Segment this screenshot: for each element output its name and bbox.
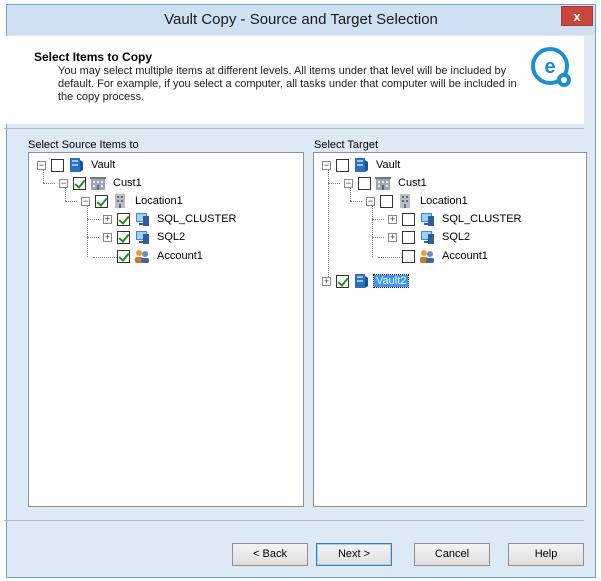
customer-icon [375,177,391,190]
tree-node-account1[interactable]: Account1 [402,248,490,264]
header-description: You may select multiple items at differe… [58,65,517,103]
tree-line [378,257,404,258]
computer-icon [421,231,434,244]
help-button[interactable]: Help [508,543,584,566]
tree-line [372,205,373,257]
header-title: Select Items to Copy [34,50,153,64]
tree-node-sql-cluster[interactable]: + SQL_CLUSTER [388,211,523,227]
tree-line [372,219,384,220]
tree-node-label: Location1 [135,195,183,207]
collapse-icon[interactable]: − [344,178,353,188]
tree-line [350,201,362,202]
location-icon [115,194,125,208]
checkbox[interactable] [73,176,86,190]
tree-node-account1[interactable]: Account1 [117,248,205,264]
vault-icon [355,158,368,172]
checkbox[interactable] [336,274,349,288]
close-button[interactable]: x [561,6,593,26]
computer-icon [136,231,149,244]
collapse-icon[interactable]: − [81,196,90,206]
tree-node-label: Cust1 [113,177,142,189]
expand-icon[interactable]: + [388,214,397,224]
tree-node-location1[interactable]: − Location1 [81,193,185,209]
collapse-icon[interactable]: − [59,178,68,188]
wizard-header: Select Items to Copy You may select mult… [4,36,584,124]
computer-icon [421,213,434,226]
checkbox[interactable] [117,212,130,226]
tree-node-label: Vault2 [372,274,410,288]
tree-node-vault2[interactable]: + Vault2 [322,273,410,289]
source-label: Select Source Items to [28,139,139,151]
checkbox[interactable] [402,230,415,244]
tree-node-label: Account1 [442,250,488,262]
expand-icon[interactable]: + [103,214,112,224]
footer-separator [4,520,584,521]
collapse-icon[interactable]: − [322,160,331,170]
tree-line [43,183,55,184]
expand-icon[interactable]: + [322,276,331,286]
vault-icon [355,274,368,288]
title-bar[interactable]: Vault Copy - Source and Target Selection… [7,5,595,35]
tree-node-sql2[interactable]: + SQL2 [103,229,187,245]
source-tree[interactable]: − Vault − Cust1 − Location1 + SQL_CLUSTE… [28,152,304,507]
expand-icon[interactable]: + [388,232,397,242]
tree-line [87,205,88,257]
tree-node-label: Cust1 [398,177,427,189]
collapse-icon[interactable]: − [37,160,46,170]
checkbox[interactable] [117,230,130,244]
checkbox[interactable] [336,158,349,172]
account-icon [135,250,149,263]
tree-node-vault[interactable]: − Vault [37,157,117,173]
checkbox[interactable] [51,158,64,172]
vault-icon [70,158,83,172]
tree-node-cust1[interactable]: − Cust1 [344,175,429,191]
tree-node-location1[interactable]: − Location1 [366,193,470,209]
app-logo-icon: e [531,47,571,87]
tree-node-label: Vault [376,159,401,171]
tree-node-label: SQL2 [442,231,471,243]
tree-line [87,237,99,238]
expand-icon[interactable]: + [103,232,112,242]
checkbox[interactable] [358,176,371,190]
next-button[interactable]: Next > [316,543,392,566]
checkbox[interactable] [402,249,415,263]
tree-node-label: Location1 [420,195,468,207]
tree-node-label: Vault [91,159,116,171]
checkbox[interactable] [117,249,130,263]
account-icon [420,250,434,263]
svg-text:e: e [544,56,555,78]
collapse-icon[interactable]: − [366,196,375,206]
cancel-button[interactable]: Cancel [414,543,490,566]
back-button[interactable]: < Back [232,543,308,566]
tree-node-label: Account1 [157,250,203,262]
tree-node-cust1[interactable]: − Cust1 [59,175,144,191]
header-separator [4,128,584,129]
tree-line [328,167,329,281]
target-tree[interactable]: − Vault − Cust1 − Location1 + SQL_CLUSTE… [313,152,587,507]
target-label: Select Target [314,139,379,151]
tree-line [93,257,119,258]
tree-line [87,219,99,220]
checkbox[interactable] [95,194,108,208]
tree-line [65,201,77,202]
tree-line [328,183,340,184]
tree-line [372,237,384,238]
computer-icon [136,213,149,226]
window-title: Vault Copy - Source and Target Selection [164,11,438,28]
tree-node-label: SQL_CLUSTER [442,213,522,225]
tree-node-label: SQL2 [157,231,186,243]
tree-node-label: SQL_CLUSTER [157,213,237,225]
checkbox[interactable] [402,212,415,226]
checkbox[interactable] [380,194,393,208]
location-icon [400,194,410,208]
customer-icon [90,177,106,190]
tree-node-vault[interactable]: − Vault [322,157,402,173]
tree-node-sql-cluster[interactable]: + SQL_CLUSTER [103,211,238,227]
tree-node-sql2[interactable]: + SQL2 [388,229,472,245]
